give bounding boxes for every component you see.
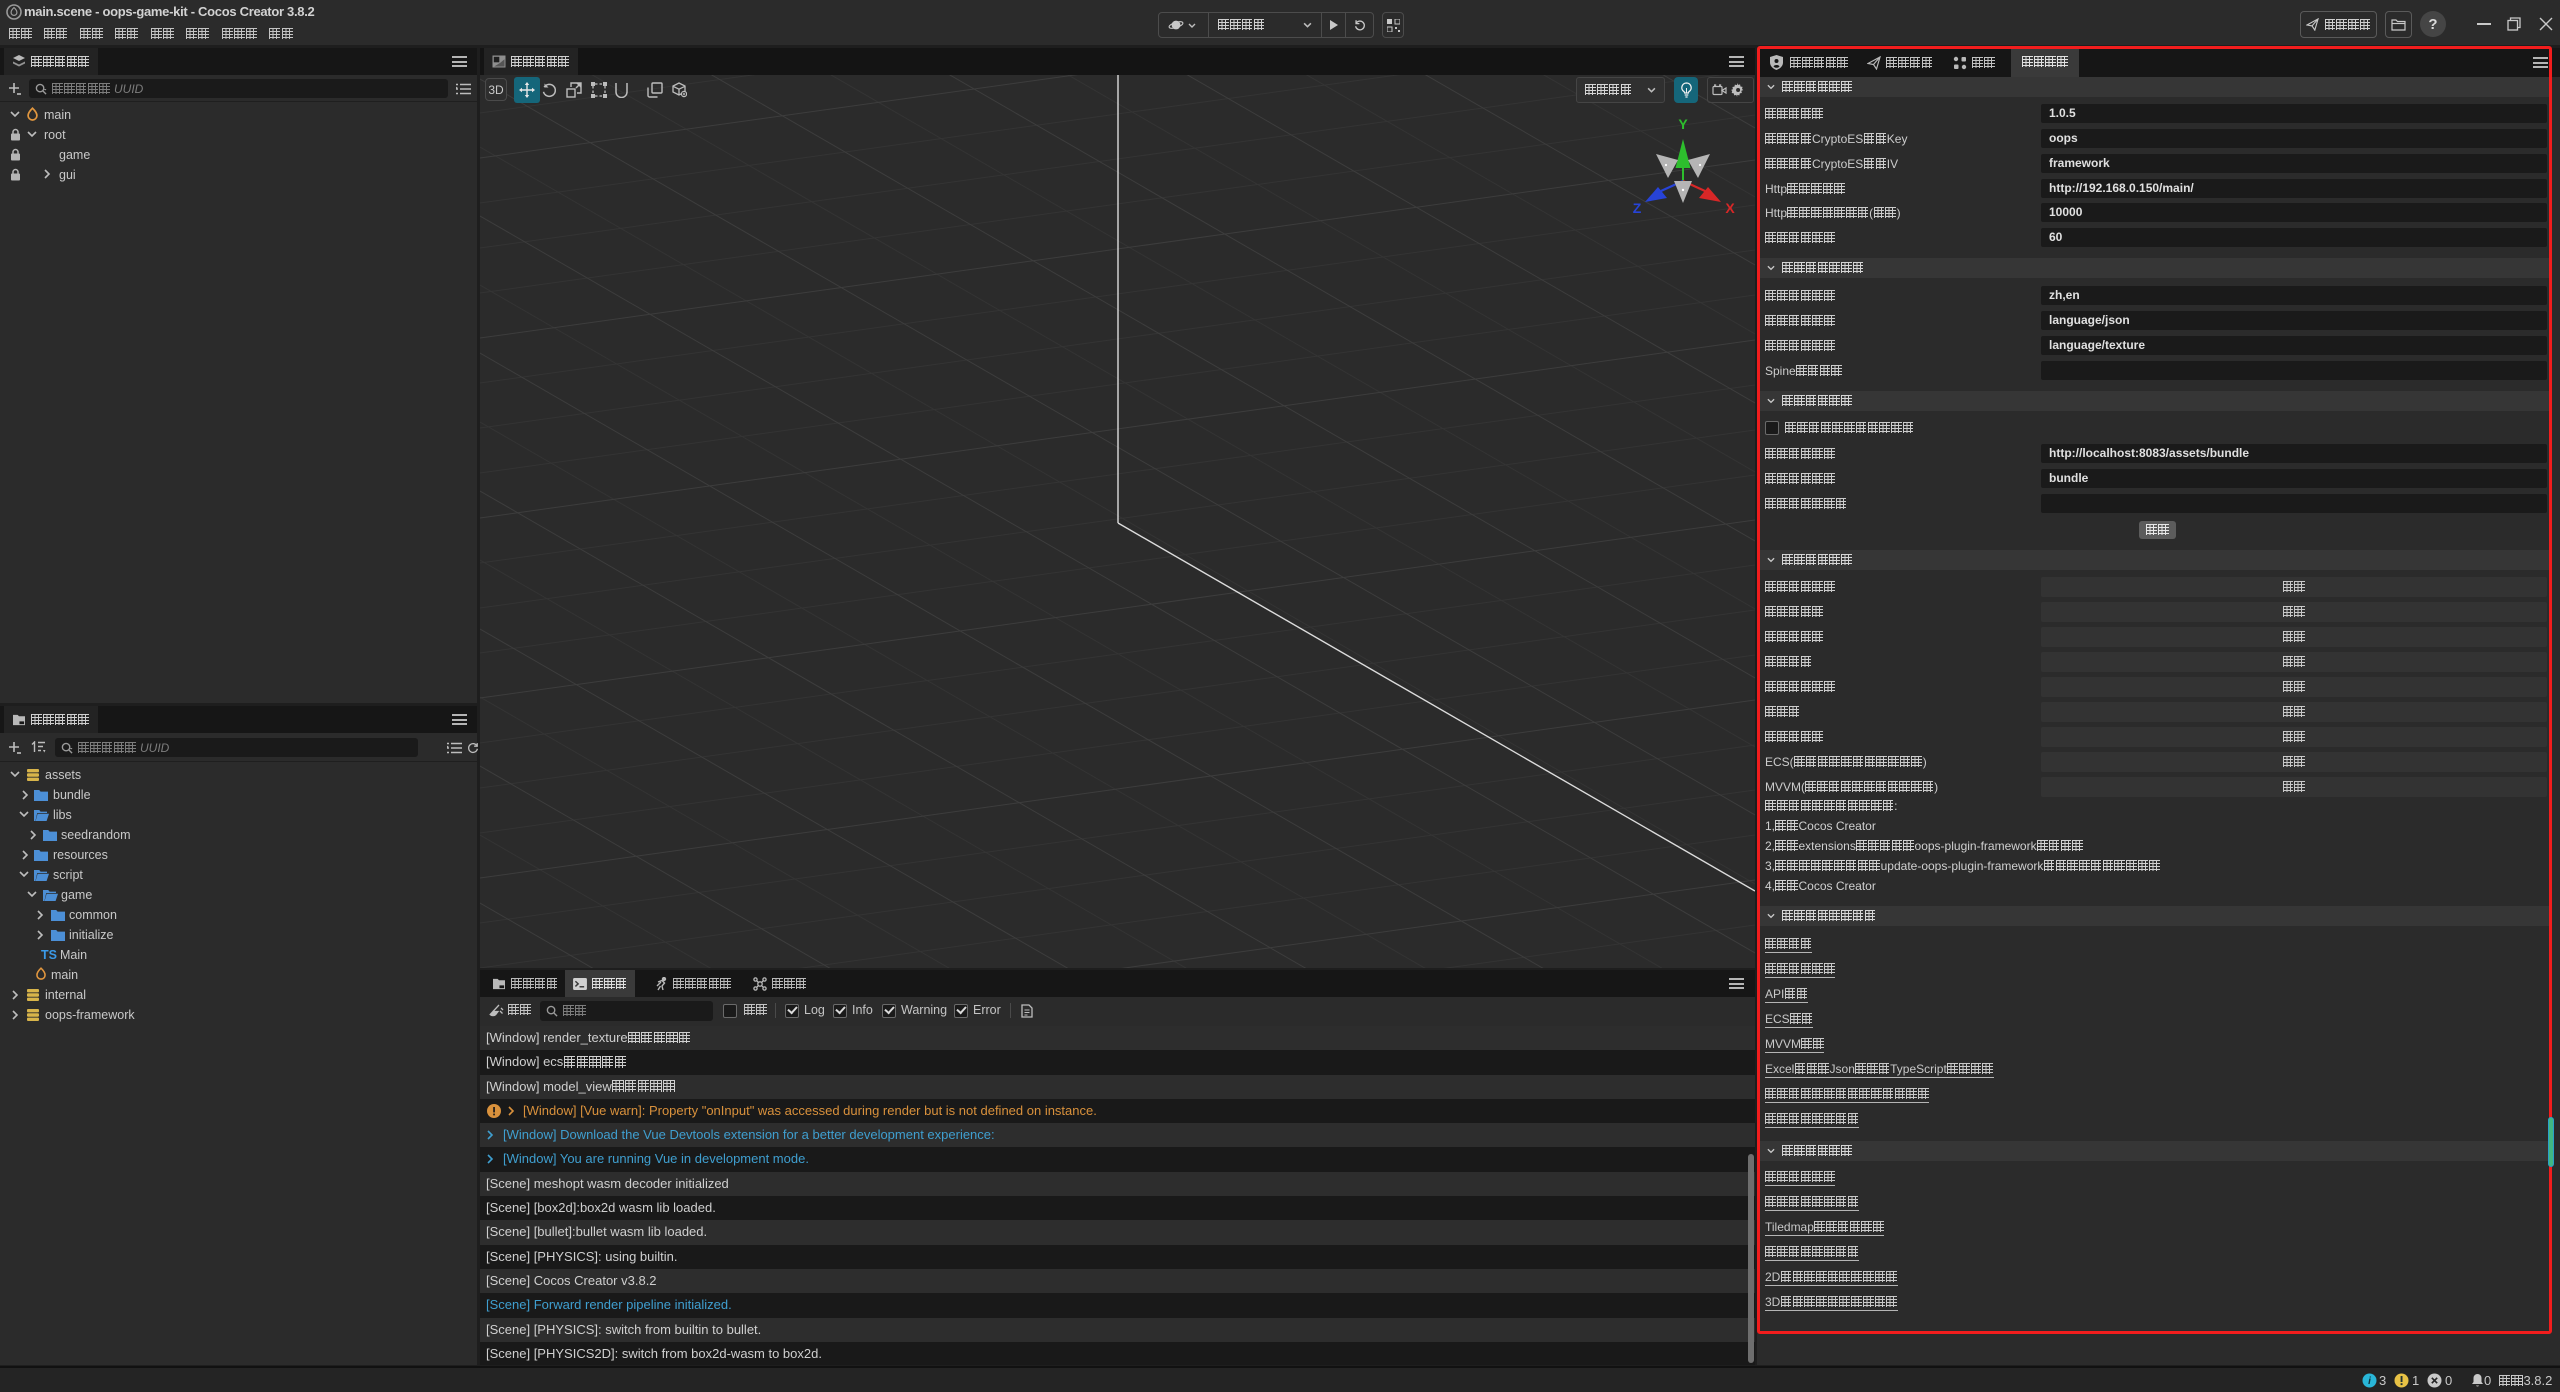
svg-text:Y: Y: [1678, 116, 1688, 132]
svg-text:X: X: [1725, 200, 1735, 216]
svg-text:i: i: [2368, 1376, 2371, 1387]
svg-text:Z: Z: [1633, 200, 1642, 216]
